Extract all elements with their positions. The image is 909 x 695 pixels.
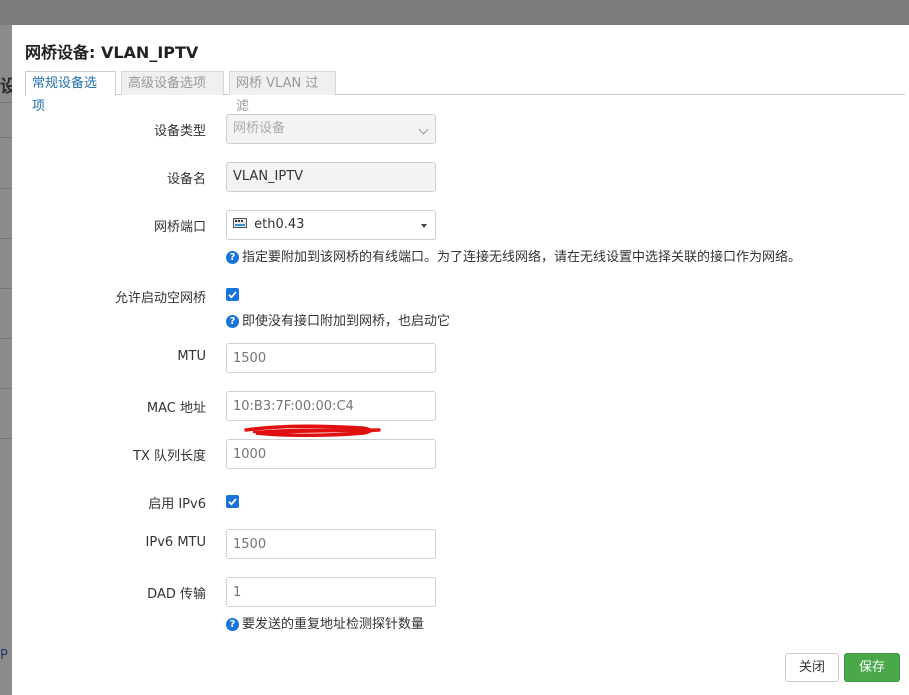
close-button[interactable]: 关闭 (785, 653, 839, 682)
dad-transmits-label: DAD 传输 (147, 587, 206, 602)
bring-up-empty-checkbox[interactable] (226, 288, 239, 301)
tab-bridge-vlan-filtering[interactable]: 网桥 VLAN 过滤 (229, 71, 336, 114)
device-type-value: 网桥设备 (233, 121, 286, 136)
device-type-label: 设备类型 (153, 124, 206, 139)
bridge-ports-help: ? 指定要附加到该网桥的有线端口。为了连接无线网络，请在无线设置中选择关联的接口作… (226, 246, 801, 265)
redaction-scribble (244, 424, 381, 437)
background-divider (0, 102, 12, 103)
ipv6-mtu-input[interactable] (226, 529, 436, 559)
bring-up-empty-help: ? 即使没有接口附加到网桥，也启动它 (226, 310, 450, 329)
dad-transmits-input[interactable] (226, 577, 436, 607)
ethernet-port-icon (233, 217, 247, 229)
chevron-down-icon (418, 124, 429, 135)
bridge-ports-value: eth0.43 (254, 217, 305, 232)
mac-address-input[interactable] (226, 391, 436, 421)
dad-transmits-help-text: 要发送的重复地址检测探针数量 (242, 617, 425, 632)
bridge-ports-help-text: 指定要附加到该网桥的有线端口。为了连接无线网络，请在无线设置中选择关联的接口作为… (242, 250, 802, 265)
background-page (0, 25, 12, 695)
background-header (0, 0, 909, 25)
dad-transmits-help: ? 要发送的重复地址检测探针数量 (226, 613, 424, 632)
caret-down-icon (421, 224, 427, 228)
checkmark-icon (228, 498, 237, 506)
mtu-label: MTU (177, 349, 206, 364)
background-divider (0, 188, 12, 189)
background-divider (0, 238, 12, 239)
tx-queue-length-label: TX 队列长度 (133, 449, 206, 464)
help-icon: ? (226, 315, 239, 328)
dialog-title: 网桥设备: VLAN_IPTV (25, 43, 199, 62)
help-icon: ? (226, 618, 239, 631)
background-divider (0, 388, 12, 389)
save-button[interactable]: 保存 (844, 653, 900, 682)
background-link-fragment: P (0, 648, 8, 663)
background-divider (0, 137, 12, 138)
enable-ipv6-checkbox[interactable] (226, 495, 239, 508)
tx-queue-length-input[interactable] (226, 439, 436, 469)
tab-general-settings[interactable]: 常规设备选项 (25, 71, 116, 114)
background-divider (0, 288, 12, 289)
tab-advanced-settings[interactable]: 高级设备选项 (121, 71, 224, 95)
ipv6-mtu-label: IPv6 MTU (145, 535, 206, 550)
device-name-input[interactable]: VLAN_IPTV (226, 162, 436, 192)
bring-up-empty-help-text: 即使没有接口附加到网桥，也启动它 (242, 314, 451, 329)
device-type-select[interactable]: 网桥设备 (226, 114, 436, 144)
enable-ipv6-label: 启用 IPv6 (148, 497, 206, 512)
mac-address-label: MAC 地址 (146, 401, 206, 416)
bridge-ports-label: 网桥端口 (153, 220, 206, 235)
background-divider (0, 338, 12, 339)
checkmark-icon (228, 291, 237, 299)
bridge-device-dialog: 网桥设备: VLAN_IPTV 常规设备选项 高级设备选项 网桥 VLAN 过滤… (12, 25, 909, 695)
help-icon: ? (226, 251, 239, 264)
background-divider (0, 438, 12, 439)
bring-up-empty-label: 允许启动空网桥 (114, 291, 206, 306)
bridge-ports-dropdown[interactable]: eth0.43 (226, 210, 436, 240)
dialog-tabs: 常规设备选项 高级设备选项 网桥 VLAN 过滤 (25, 71, 905, 114)
device-name-label: 设备名 (166, 172, 206, 187)
mtu-input[interactable] (226, 343, 436, 373)
